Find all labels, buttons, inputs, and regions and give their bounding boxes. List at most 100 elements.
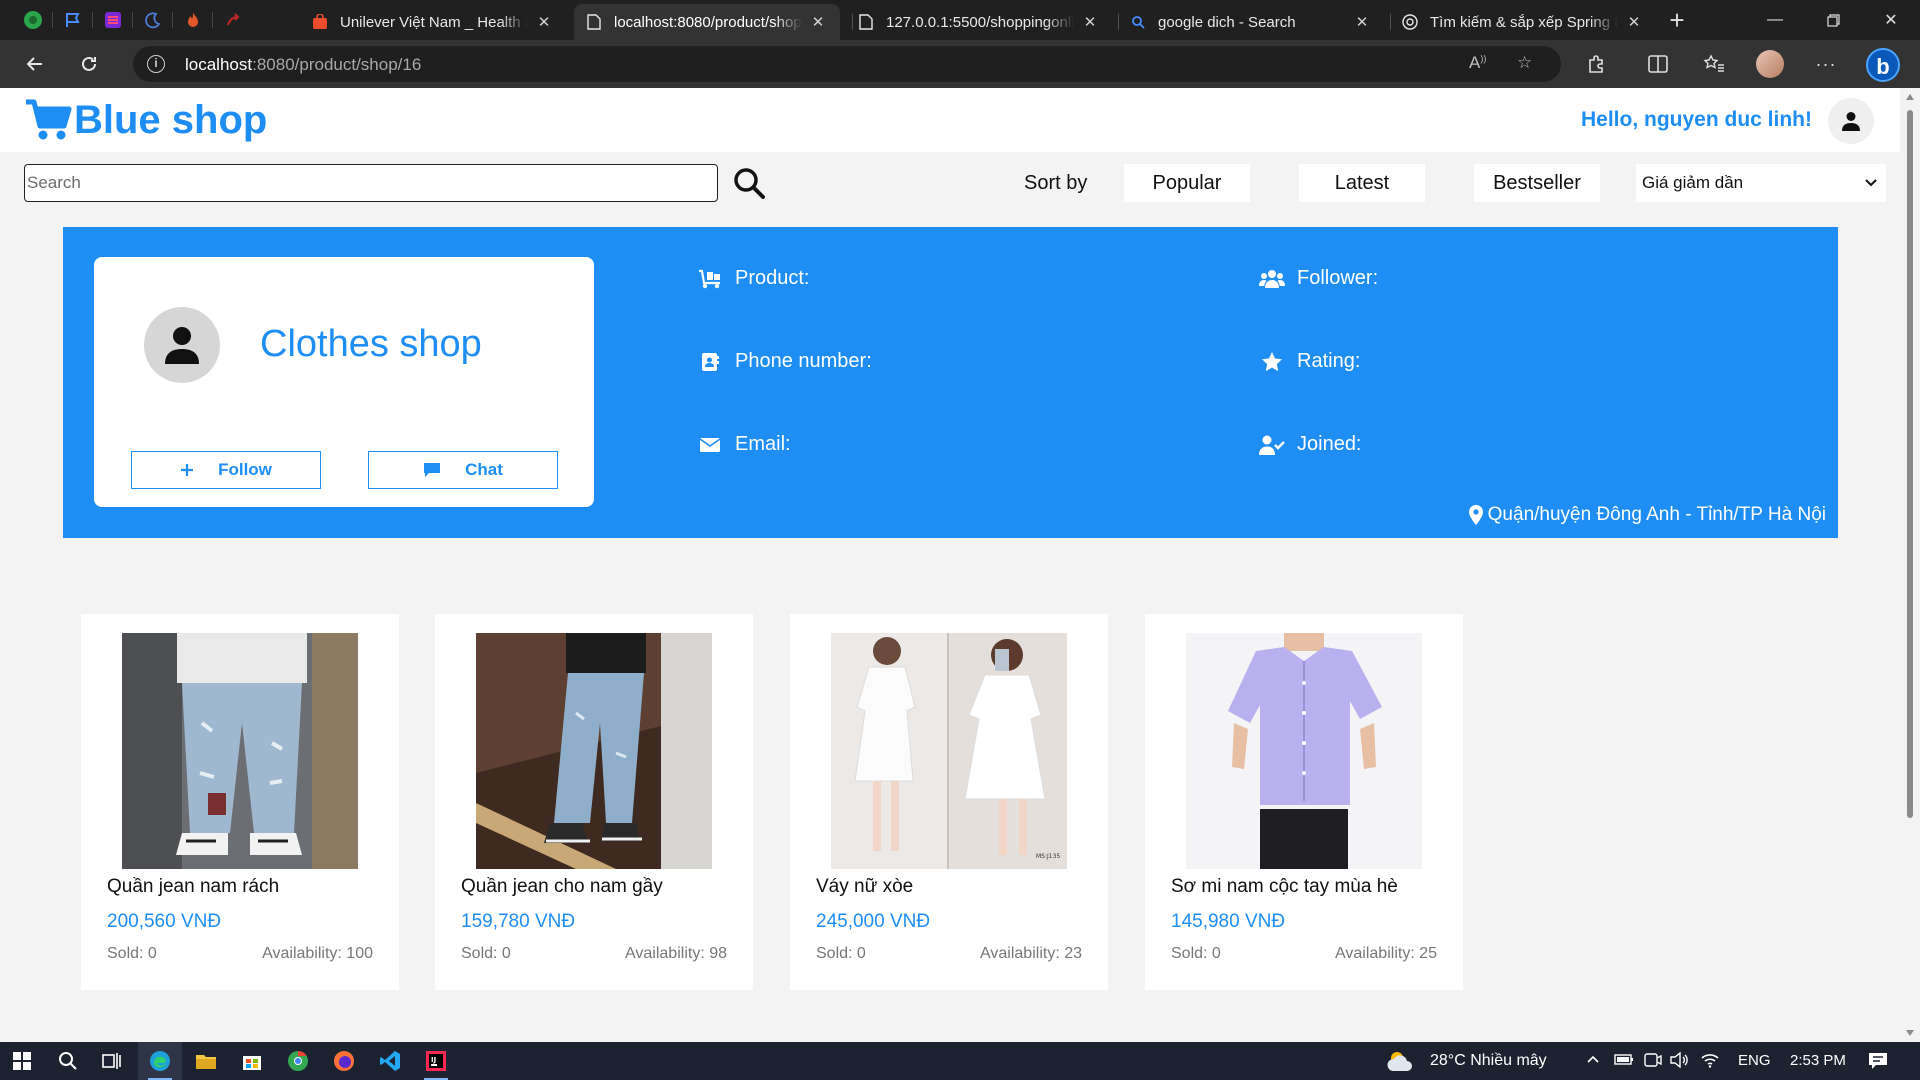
chat-button[interactable]: Chat xyxy=(368,451,558,489)
profile-avatar[interactable] xyxy=(1756,50,1784,78)
product-image-jeans-slim[interactable] xyxy=(476,633,712,869)
scroll-up-icon[interactable] xyxy=(1906,94,1914,100)
product-name[interactable]: Quần jean cho nam gầy xyxy=(461,876,663,898)
tab-title: Unilever Việt Nam _ Health & xyxy=(340,13,528,31)
page-scrollbar[interactable] xyxy=(1900,88,1920,1042)
shop-rating: Rating: xyxy=(1259,350,1360,373)
more-options-icon[interactable]: ··· xyxy=(1812,50,1840,78)
user-menu-button[interactable] xyxy=(1828,98,1874,144)
extensions-icon[interactable] xyxy=(1582,50,1610,78)
start-button[interactable] xyxy=(0,1042,44,1080)
notifications-icon[interactable] xyxy=(1868,1052,1888,1074)
product-image-shirt[interactable] xyxy=(1186,633,1422,869)
taskbar-intellij[interactable]: IJ xyxy=(414,1042,458,1080)
back-arrow-icon xyxy=(26,57,42,71)
minimize-button[interactable]: — xyxy=(1750,0,1800,40)
read-aloud-icon[interactable]: A)) xyxy=(1469,53,1486,73)
shop-product-count: Product: xyxy=(697,267,809,290)
close-tab-icon[interactable]: ✕ xyxy=(1624,13,1644,31)
task-view-button[interactable] xyxy=(90,1042,134,1080)
product-image-jeans-ripped[interactable] xyxy=(122,633,358,869)
follow-label: Follow xyxy=(218,460,272,479)
new-tab-button[interactable]: + xyxy=(1652,0,1702,40)
sort-popular-button[interactable]: Popular xyxy=(1124,164,1250,202)
taskbar-edge[interactable] xyxy=(138,1042,182,1080)
price-sort-select[interactable]: Giá giảm dần xyxy=(1636,164,1886,202)
taskbar-search-button[interactable] xyxy=(46,1042,90,1080)
search-button[interactable] xyxy=(730,164,768,202)
refresh-button[interactable] xyxy=(72,48,106,80)
site-logo[interactable]: Blue shop xyxy=(24,96,267,144)
pinned-tab-evernote[interactable] xyxy=(18,6,48,34)
taskbar-file-explorer[interactable] xyxy=(184,1042,228,1080)
url-text[interactable]: localhost:8080/product/shop/16 xyxy=(185,55,421,75)
browser-address-bar: i localhost:8080/product/shop/16 A)) ☆ ·… xyxy=(0,40,1920,88)
back-button[interactable] xyxy=(18,48,52,80)
product-card[interactable]: Quần jean cho nam gầy 159,780 VNĐ Sold: … xyxy=(435,614,753,990)
close-window-button[interactable]: ✕ xyxy=(1866,0,1916,40)
weather-icon[interactable] xyxy=(1384,1042,1418,1080)
sort-latest-button[interactable]: Latest xyxy=(1299,164,1425,202)
tab-unilever[interactable]: Unilever Việt Nam _ Health & ✕ xyxy=(300,4,566,40)
taskbar-chrome[interactable] xyxy=(276,1042,320,1080)
favorites-icon[interactable] xyxy=(1700,50,1728,78)
close-tab-icon[interactable]: ✕ xyxy=(1080,13,1100,31)
scrollbar-thumb[interactable] xyxy=(1907,110,1913,818)
taskbar-store[interactable] xyxy=(230,1042,274,1080)
users-icon xyxy=(1259,268,1285,290)
pinned-tab-red[interactable] xyxy=(218,6,248,34)
pinned-tab-flag[interactable] xyxy=(58,6,88,34)
wifi-icon[interactable] xyxy=(1700,1052,1720,1072)
moon-icon xyxy=(145,12,161,29)
chevron-up-icon[interactable] xyxy=(1586,1052,1600,1070)
bing-icon[interactable]: b xyxy=(1866,48,1900,82)
browser-tab-bar: Unilever Việt Nam _ Health & ✕ localhost… xyxy=(0,0,1920,40)
follow-button[interactable]: Follow xyxy=(131,451,321,489)
address-book-icon xyxy=(697,351,723,373)
clock[interactable]: 2:53 PM xyxy=(1790,1052,1846,1069)
tab-title: localhost:8080/product/shop/ xyxy=(614,13,802,31)
pinned-tab-fire[interactable] xyxy=(178,6,208,34)
shop-avatar xyxy=(144,307,220,383)
product-card[interactable]: Sơ mi nam cộc tay mùa hè 145,980 VNĐ Sol… xyxy=(1145,614,1463,990)
product-availability: Availability: 100 xyxy=(262,945,373,962)
star-icon xyxy=(1259,351,1285,373)
tab-google-dich[interactable]: google dich - Search ✕ xyxy=(1118,4,1384,40)
favorite-star-icon[interactable]: ☆ xyxy=(1517,53,1532,73)
product-name[interactable]: Sơ mi nam cộc tay mùa hè xyxy=(1171,876,1398,898)
url-bar[interactable]: i localhost:8080/product/shop/16 A)) ☆ xyxy=(133,46,1561,82)
meet-now-icon[interactable] xyxy=(1644,1052,1662,1072)
restore-button[interactable] xyxy=(1808,0,1858,40)
tab-spring[interactable]: Tìm kiếm & sắp xếp Spring B ✕ xyxy=(1390,4,1656,40)
split-screen-icon[interactable] xyxy=(1644,50,1672,78)
pinned-tab-app[interactable] xyxy=(98,6,128,34)
product-price: 159,780 VNĐ xyxy=(461,911,576,932)
product-card[interactable]: Quần jean nam rách 200,560 VNĐ Sold: 0 A… xyxy=(81,614,399,990)
sort-label: Sort by xyxy=(1024,172,1088,194)
product-image-dress[interactable]: MS:J135 xyxy=(831,633,1067,869)
product-name[interactable]: Quần jean nam rách xyxy=(107,876,279,898)
refresh-icon xyxy=(82,56,96,71)
pinned-tab-moon[interactable] xyxy=(138,6,168,34)
tab-shoppingonline[interactable]: 127.0.0.1:5500/shoppingonline ✕ xyxy=(846,4,1112,40)
sort-bestseller-button[interactable]: Bestseller xyxy=(1474,164,1600,202)
close-tab-icon[interactable]: ✕ xyxy=(1352,13,1372,31)
search-input[interactable] xyxy=(24,164,718,202)
battery-icon[interactable] xyxy=(1614,1052,1634,1070)
taskbar-firefox[interactable] xyxy=(322,1042,366,1080)
scroll-down-icon[interactable] xyxy=(1906,1030,1914,1036)
product-name[interactable]: Váy nữ xòe xyxy=(816,876,913,898)
site-info-icon[interactable]: i xyxy=(147,55,165,73)
shop-phone-label: Phone number: xyxy=(735,350,872,372)
envelope-icon xyxy=(697,434,723,456)
close-tab-icon[interactable]: ✕ xyxy=(534,13,554,31)
tab-localhost-shop[interactable]: localhost:8080/product/shop/ ✕ xyxy=(574,4,840,40)
chrome-icon xyxy=(288,1050,308,1071)
taskbar-vscode[interactable] xyxy=(368,1042,412,1080)
volume-icon[interactable] xyxy=(1670,1051,1690,1072)
product-card[interactable]: MS:J135 Váy nữ xòe 245,000 VNĐ Sold: 0 A… xyxy=(790,614,1108,990)
close-tab-icon[interactable]: ✕ xyxy=(808,13,828,31)
arrow-icon xyxy=(227,13,240,26)
weather-text[interactable]: 28°C Nhiều mây xyxy=(1430,1052,1547,1070)
language-indicator[interactable]: ENG xyxy=(1738,1052,1771,1069)
